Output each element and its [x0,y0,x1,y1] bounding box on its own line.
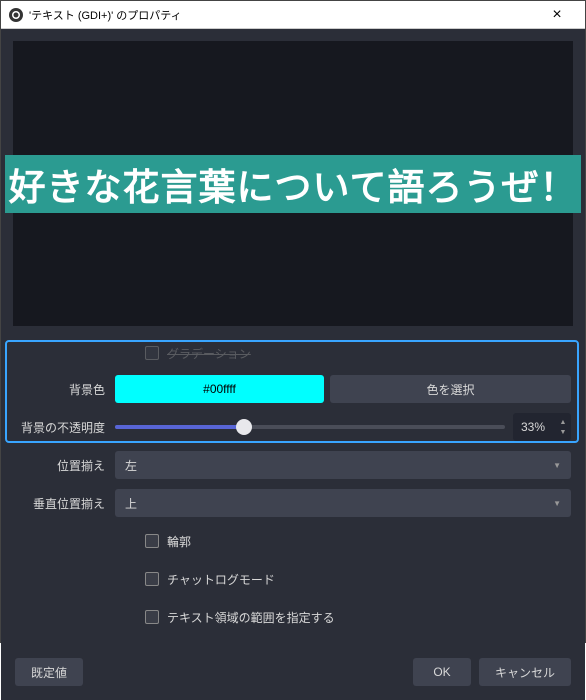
bg-color-swatch[interactable]: #00ffff [115,375,324,403]
titlebar: 'テキスト (GDI+)' のプロパティ × [1,1,585,29]
footer: 既定値 OK キャンセル [1,650,585,700]
chevron-down-icon: ▼ [553,461,561,470]
valign-label: 垂直位置揃え [15,495,115,512]
extents-label: テキスト領域の範囲を指定する [167,609,335,626]
close-button[interactable]: × [537,1,577,29]
bg-opacity-slider[interactable] [115,424,505,430]
align-select[interactable]: 左 ▼ [115,451,571,479]
extents-checkbox[interactable] [145,610,159,624]
outline-label: 輪郭 [167,533,191,550]
window-title: 'テキスト (GDI+)' のプロパティ [29,7,537,23]
valign-value: 上 [125,495,137,512]
cancel-button[interactable]: キャンセル [479,658,571,686]
properties-window: 'テキスト (GDI+)' のプロパティ × 好きな花言葉について語ろうぜ！ グ… [0,0,586,643]
outline-checkbox[interactable] [145,534,159,548]
align-label: 位置揃え [15,457,115,474]
spin-down-icon[interactable]: ▼ [557,427,569,437]
align-value: 左 [125,457,137,474]
valign-select[interactable]: 上 ▼ [115,489,571,517]
spin-up-icon[interactable]: ▲ [557,417,569,427]
bg-color-label: 背景色 [15,381,115,398]
form-area: グラデーション 背景色 #00ffff 色を選択 背景の不透明度 [1,338,585,650]
chatlog-checkbox[interactable] [145,572,159,586]
ok-button[interactable]: OK [413,658,471,686]
preview-pane: 好きな花言葉について語ろうぜ！ [13,41,573,326]
chatlog-label: チャットログモード [167,571,275,588]
bg-opacity-spinbox[interactable]: 33% ▲ ▼ [513,413,571,441]
gradation-label: グラデーション [167,345,251,362]
bg-opacity-label: 背景の不透明度 [15,419,115,436]
pick-color-button[interactable]: 色を選択 [330,375,571,403]
defaults-button[interactable]: 既定値 [15,658,83,686]
chevron-down-icon: ▼ [553,499,561,508]
preview-text: 好きな花言葉について語ろうぜ！ [5,155,582,213]
content-area: 好きな花言葉について語ろうぜ！ グラデーション 背景色 #00ffff 色を選択… [1,29,585,700]
bg-opacity-value: 33% [521,420,557,434]
app-icon [9,8,23,22]
gradation-checkbox[interactable] [145,346,159,360]
